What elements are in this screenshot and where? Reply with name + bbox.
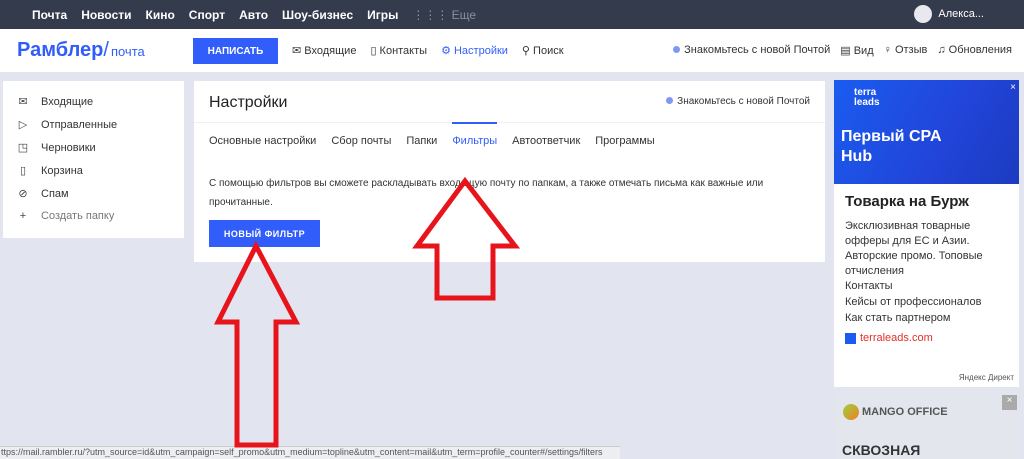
red-arrow-to-filters-tab [412,176,521,301]
red-arrow-to-new-filter-button [213,240,301,448]
annotation-arrows [213,176,521,448]
